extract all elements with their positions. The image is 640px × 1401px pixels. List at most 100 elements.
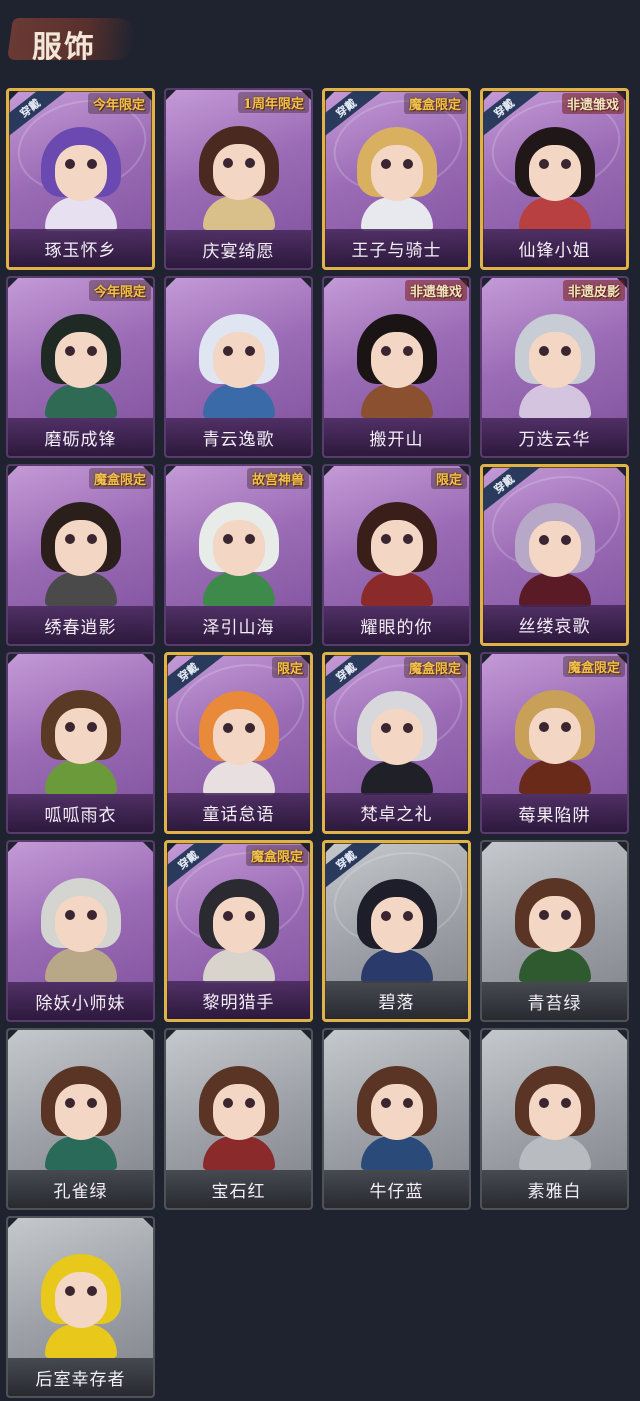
- outfit-card[interactable]: 1周年限定 庆宴绮愿: [164, 88, 313, 270]
- outfit-card[interactable]: 穿戴 魔盒限定 梵卓之礼: [322, 652, 471, 834]
- character-portrait: [509, 314, 601, 418]
- card-corner-decoration: [324, 278, 336, 290]
- outfit-name: 丝缕哀歌: [518, 616, 591, 637]
- card-corner-decoration: [483, 467, 495, 479]
- portrait-eye: [402, 1098, 413, 1108]
- outfit-name-bar: 青苔绿: [482, 982, 627, 1020]
- outfit-card[interactable]: 孔雀绿: [6, 1028, 155, 1210]
- portrait-face: [528, 332, 581, 388]
- outfit-card[interactable]: 非遗雏戏搬开山: [322, 276, 471, 458]
- outfit-card[interactable]: 今年限定 磨砺成锋: [6, 276, 155, 458]
- portrait-eye: [86, 1098, 97, 1108]
- outfit-name-bar: 泽引山海: [166, 606, 311, 644]
- outfit-card[interactable]: 魔盒限定 莓果陷阱: [480, 652, 629, 834]
- outfit-card[interactable]: 穿戴 今年限定 琢玉怀乡: [6, 88, 155, 270]
- portrait-face: [54, 1084, 107, 1140]
- outfit-name-bar: 磨砺成锋: [8, 418, 153, 456]
- limited-badge: 非遗雏戏: [404, 280, 467, 301]
- portrait-eye: [402, 911, 413, 921]
- portrait-face: [54, 145, 107, 201]
- outfit-card[interactable]: 穿戴 丝缕哀歌: [480, 464, 629, 646]
- portrait-outfit: [518, 197, 591, 231]
- portrait-outfit: [518, 760, 591, 794]
- outfit-card[interactable]: 呱呱雨衣: [6, 652, 155, 834]
- limited-badge: 限定: [271, 657, 308, 678]
- portrait-eye: [64, 722, 75, 732]
- portrait-eye: [244, 346, 255, 356]
- outfit-card[interactable]: 除妖小师妹: [6, 840, 155, 1022]
- portrait-eye: [86, 722, 97, 732]
- portrait-eye: [64, 534, 75, 544]
- outfit-card[interactable]: 穿戴 限定 童话怠语: [164, 652, 313, 834]
- outfit-card[interactable]: 青云逸歌: [164, 276, 313, 458]
- limited-badge: 非遗皮影: [562, 280, 625, 301]
- portrait-eye: [380, 911, 391, 921]
- outfit-name: 搬开山: [369, 429, 424, 450]
- portrait-eye: [86, 910, 97, 920]
- portrait-outfit: [518, 384, 591, 418]
- outfit-name: 绣春逍影: [44, 617, 117, 638]
- outfit-card[interactable]: 非遗皮影万迭云华: [480, 276, 629, 458]
- portrait-eye: [86, 346, 97, 356]
- outfit-card[interactable]: 后室幸存者: [6, 1216, 155, 1398]
- card-corner-decoration: [615, 842, 627, 854]
- outfit-card[interactable]: 宝石红: [164, 1028, 313, 1210]
- character-portrait: [509, 690, 601, 794]
- outfit-name: 耀眼的你: [360, 617, 433, 638]
- outfit-card[interactable]: 穿戴 非遗雏戏 仙锋小姐: [480, 88, 629, 270]
- character-portrait: [351, 127, 443, 231]
- outfit-name-bar: 童话怠语: [167, 793, 310, 831]
- card-corner-decoration: [614, 467, 626, 479]
- portrait-eye: [538, 346, 549, 356]
- portrait-outfit: [518, 573, 591, 607]
- limited-badge: 限定: [430, 468, 467, 489]
- card-corner-decoration: [482, 654, 494, 666]
- outfit-name-bar: 莓果陷阱: [482, 794, 627, 832]
- card-corner-decoration: [141, 1218, 153, 1230]
- outfit-name-bar: 万迭云华: [482, 418, 627, 456]
- portrait-outfit: [360, 1136, 433, 1170]
- portrait-outfit: [202, 196, 275, 230]
- outfit-card[interactable]: 故宫神兽 泽引山海: [164, 464, 313, 646]
- outfit-name: 素雅白: [527, 1181, 582, 1202]
- portrait-eye: [560, 346, 571, 356]
- outfit-name-bar: 孔雀绿: [8, 1170, 153, 1208]
- outfit-name: 后室幸存者: [35, 1369, 126, 1390]
- portrait-outfit: [360, 384, 433, 418]
- card-corner-decoration: [325, 655, 337, 667]
- character-portrait: [351, 691, 443, 795]
- outfit-card[interactable]: 穿戴 魔盒限定 黎明猎手: [164, 840, 313, 1022]
- card-corner-decoration: [324, 466, 336, 478]
- card-corner-decoration: [166, 90, 178, 102]
- outfit-card[interactable]: 牛仔蓝: [322, 1028, 471, 1210]
- outfit-name-bar: 梵卓之礼: [325, 793, 468, 831]
- portrait-eye: [222, 1098, 233, 1108]
- portrait-eye: [560, 535, 571, 545]
- outfit-card[interactable]: 青苔绿: [480, 840, 629, 1022]
- outfit-card[interactable]: 穿戴 魔盒限定 王子与骑士: [322, 88, 471, 270]
- portrait-outfit: [518, 1136, 591, 1170]
- portrait-eye: [244, 534, 255, 544]
- portrait-eye: [538, 535, 549, 545]
- portrait-face: [212, 332, 265, 388]
- portrait-face: [54, 708, 107, 764]
- limited-badge: 1周年限定: [237, 92, 309, 113]
- outfit-name-bar: 搬开山: [324, 418, 469, 456]
- outfit-card[interactable]: 穿戴 碧落: [322, 840, 471, 1022]
- portrait-eye: [560, 910, 571, 920]
- character-portrait: [35, 690, 127, 794]
- portrait-eye: [538, 910, 549, 920]
- outfit-card[interactable]: 限定耀眼的你: [322, 464, 471, 646]
- outfit-card[interactable]: 素雅白: [480, 1028, 629, 1210]
- outfit-name: 宝石红: [211, 1181, 266, 1202]
- card-corner-decoration: [482, 842, 494, 854]
- outfit-name: 梵卓之礼: [360, 804, 433, 825]
- character-portrait: [193, 502, 285, 606]
- portrait-face: [528, 896, 581, 952]
- outfit-name-bar: 碧落: [325, 981, 468, 1019]
- limited-badge: 今年限定: [87, 93, 150, 114]
- outfit-name: 呱呱雨衣: [44, 805, 117, 826]
- outfit-card[interactable]: 魔盒限定 绣春逍影: [6, 464, 155, 646]
- outfit-name: 王子与骑士: [351, 240, 442, 261]
- portrait-eye: [538, 159, 549, 169]
